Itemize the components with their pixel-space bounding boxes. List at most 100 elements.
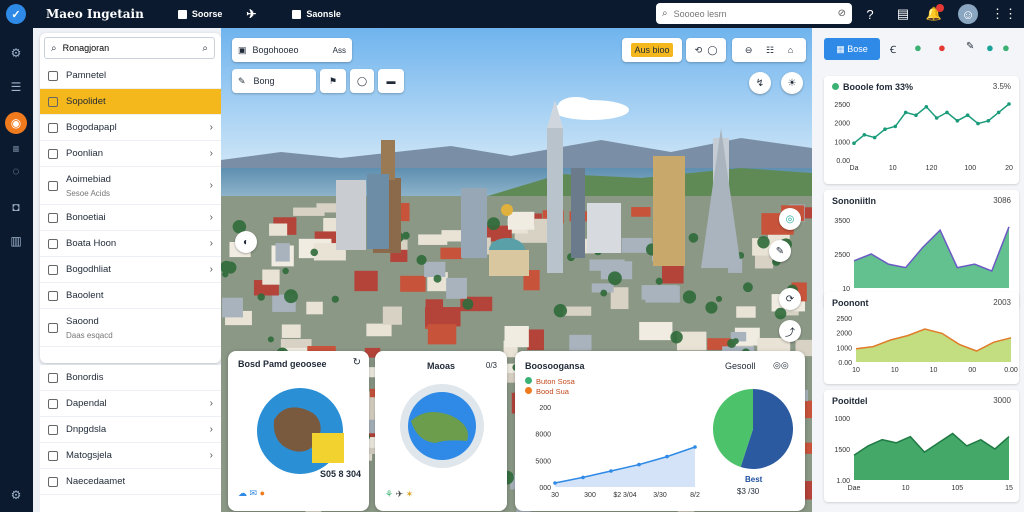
- sidebar-item-4[interactable]: Aoimebiad Sesoe Acids ›: [40, 167, 221, 205]
- home-icon[interactable]: ⌂: [788, 45, 793, 55]
- zoom-toolbar[interactable]: ⊖ ☷ ⌂: [732, 38, 806, 62]
- map-toolbar-2[interactable]: ✎ Bong: [232, 69, 316, 93]
- app-logo-icon[interactable]: ✓: [6, 4, 26, 24]
- map-tool-circle-button[interactable]: ◯: [350, 69, 374, 93]
- list-icon[interactable]: ☰: [5, 76, 27, 98]
- map-pin-icon[interactable]: ◉: [5, 112, 27, 134]
- stat-card-4[interactable]: Pooitdel 3000 1000 1500 1.00 Dae 10 105 15: [824, 390, 1019, 502]
- pen-icon[interactable]: ✎: [966, 41, 974, 52]
- chat-icon[interactable]: Ꞓ: [890, 42, 896, 56]
- location-left-icon[interactable]: ◐: [235, 231, 257, 253]
- tick-label: 200: [539, 405, 551, 412]
- camera-icon[interactable]: ◘: [5, 196, 27, 218]
- circle-icon[interactable]: ◯: [707, 45, 717, 56]
- compass-icon[interactable]: ↯: [749, 72, 771, 94]
- settings-icon[interactable]: ⚙: [5, 484, 27, 506]
- sidebar-item-3[interactable]: Matogsjela ›: [40, 443, 221, 469]
- sidebar-item-label: Aoimebiad: [66, 173, 111, 185]
- menu-icon[interactable]: ≡: [5, 138, 27, 160]
- book-icon[interactable]: ▥: [5, 230, 27, 252]
- sidebar-item-6[interactable]: Boata Hoon ›: [40, 231, 221, 257]
- top-bar: ✓ Maeo Ingetain Soorse ✈ Saonsle ⌕ ⊘ ? ▤…: [0, 0, 1024, 28]
- top-nav-item-1[interactable]: Soorse: [177, 9, 222, 19]
- right-tab-active[interactable]: ▦ Bose: [824, 38, 880, 60]
- top-search[interactable]: ⌕ ⊘: [656, 3, 852, 24]
- green-circle-icon[interactable]: ●: [1002, 40, 1010, 55]
- grid-icon[interactable]: ☷: [766, 45, 774, 56]
- plane-icon[interactable]: ✈: [246, 7, 256, 21]
- share-icon[interactable]: ⤴: [779, 320, 801, 342]
- series-area: [555, 447, 695, 487]
- refresh-icon[interactable]: ⟳: [779, 288, 801, 310]
- document-icon[interactable]: ▤: [893, 4, 913, 24]
- sidebar-item-0[interactable]: Pamnetel: [40, 63, 221, 89]
- folder-icon: [48, 148, 58, 159]
- sidebar-item-label: Pamnetel: [66, 70, 107, 81]
- rotate-toolbar[interactable]: ⟲ ◯: [686, 38, 726, 62]
- sidebar-item-1[interactable]: Sopolidet: [40, 89, 221, 115]
- tree-icon[interactable]: ⚘: [385, 489, 393, 499]
- map-tree: [715, 295, 723, 303]
- sidebar-item-0[interactable]: Bonordis: [40, 365, 221, 391]
- refresh-icon[interactable]: ↻: [353, 357, 361, 368]
- minus-icon[interactable]: ⊖: [745, 45, 753, 56]
- avatar[interactable]: ☺: [958, 4, 978, 24]
- locate-icon[interactable]: ◎: [779, 208, 801, 230]
- map-toolbar-1[interactable]: ▣ Bogohooeo Ass: [232, 38, 352, 62]
- map-tool-flag-button[interactable]: ⚑: [320, 69, 346, 93]
- chat-icon[interactable]: ✉: [250, 488, 258, 498]
- gear-icon[interactable]: ⚙: [5, 42, 27, 64]
- chevron-right-icon: ›: [209, 180, 213, 191]
- map-tree: [682, 290, 697, 304]
- nav-search[interactable]: ⌕ ⌕: [44, 37, 215, 59]
- sidebar-item-4[interactable]: Naecedaamet: [40, 469, 221, 495]
- map-tree: [416, 254, 427, 266]
- help-icon[interactable]: ?: [860, 4, 880, 24]
- folder-icon: [48, 398, 58, 409]
- legend-dot: [525, 387, 532, 394]
- sidebar-item-2[interactable]: Dnpgdsla ›: [40, 417, 221, 443]
- stat-card-1[interactable]: Booole fom 33% 3.5% 2500 2000 1000 0.00 Da 10…: [824, 76, 1019, 184]
- cloud-icon[interactable]: ☁: [238, 488, 247, 498]
- map-tree: [757, 236, 770, 249]
- warning-icon[interactable]: ●: [260, 488, 265, 498]
- pin-icon[interactable]: ✎: [769, 240, 791, 262]
- star-icon[interactable]: ✶: [406, 489, 414, 499]
- city-map-view[interactable]: ▣ Bogohooeo Ass ✎ Bong ⚑ ◯ ▬ Aus bioo ⟲ ◯…: [221, 28, 812, 512]
- card-icons: ⚘ ✈ ✶: [385, 489, 413, 500]
- top-search-input[interactable]: [673, 8, 838, 19]
- sidebar-item-5[interactable]: Bonoetiai ›: [40, 205, 221, 231]
- sidebar-item-label: Bonoetiai: [66, 212, 106, 223]
- plane-icon[interactable]: ✈: [396, 489, 404, 499]
- sidebar-item-1[interactable]: Dapendal ›: [40, 391, 221, 417]
- chat-icon[interactable]: ◌: [5, 160, 27, 182]
- red-circle-icon[interactable]: ●: [938, 40, 946, 55]
- layer-selector-button[interactable]: Aus bioo: [622, 38, 682, 62]
- analytics-card[interactable]: Boosoogansa Buton Sosa Bood Sua 200 8000 5…: [515, 351, 805, 511]
- notification-icon[interactable]: 🔔: [924, 4, 944, 24]
- map-tool-layers-button[interactable]: ▬: [378, 69, 404, 93]
- sidebar-item-3[interactable]: Poonlian ›: [40, 141, 221, 167]
- stat-card-3[interactable]: Poonont 2003 2500 2000 1000 0.00 10 10 10 00 0.0…: [824, 292, 1019, 384]
- sidebar-item-7[interactable]: Bogodhliat ›: [40, 257, 221, 283]
- clear-icon[interactable]: ⊘: [838, 8, 846, 19]
- map-overview-card[interactable]: Maoas 0/3 ⚘ ✈ ✶: [375, 351, 507, 511]
- region-card[interactable]: Bosd Pamd geoosee ↻ S05 8 304 ☁ ✉ ●: [228, 351, 369, 511]
- nav-search-input[interactable]: [62, 43, 203, 53]
- sidebar-item-8[interactable]: Baoolent: [40, 283, 221, 309]
- chevron-right-icon: ›: [209, 424, 213, 435]
- green-circle-icon[interactable]: ●: [914, 40, 922, 55]
- sidebar-item-label: Bogodhliat: [66, 264, 111, 275]
- info-icon[interactable]: ◎◎: [773, 360, 789, 371]
- sidebar-item-9[interactable]: Saoond Daas esqacd: [40, 309, 221, 347]
- sidebar-item-2[interactable]: Bogodapapl ›: [40, 115, 221, 141]
- data-point: [693, 445, 697, 449]
- map-building: [662, 265, 684, 284]
- sun-icon[interactable]: ☀: [781, 72, 803, 94]
- series-area: [854, 433, 1009, 480]
- rotate-icon[interactable]: ⟲: [695, 45, 703, 56]
- teal-circle-icon[interactable]: ●: [986, 40, 994, 55]
- map-building: [280, 339, 312, 348]
- top-nav-item-2[interactable]: Saonsle: [292, 9, 341, 19]
- apps-grid-icon[interactable]: ⋮⋮: [991, 4, 1017, 24]
